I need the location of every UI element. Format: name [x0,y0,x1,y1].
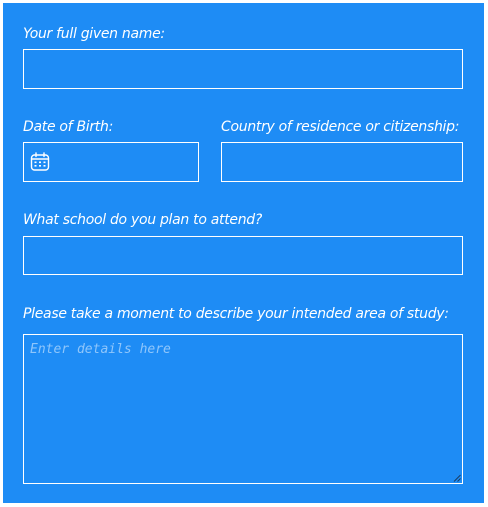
study-label: Please take a moment to describe your in… [23,306,449,322]
school-input[interactable] [23,236,463,275]
school-label: What school do you plan to attend? [23,212,262,228]
study-textarea[interactable] [23,334,463,484]
full-name-label: Your full given name: [23,26,165,42]
dob-input[interactable] [23,142,199,182]
country-input[interactable] [221,142,463,182]
study-textarea-wrapper [23,334,463,484]
calendar-icon[interactable] [30,152,50,172]
country-label: Country of residence or citizenship: [221,119,460,135]
application-form: Your full given name: Date of Birth: Cou… [3,3,484,503]
dob-label: Date of Birth: [23,119,113,135]
resize-handle-icon[interactable] [453,474,461,482]
full-name-input[interactable] [23,49,463,89]
